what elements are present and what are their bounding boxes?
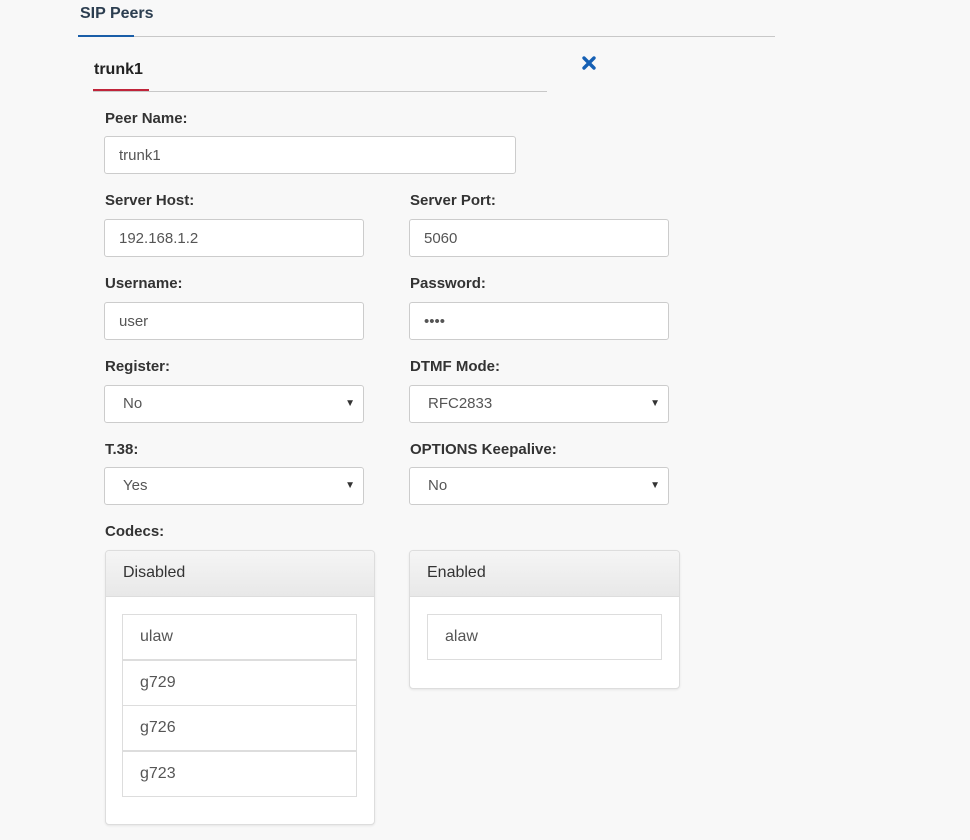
codec-item[interactable]: g726 xyxy=(122,705,357,751)
enabled-codecs-heading: Enabled xyxy=(410,551,679,597)
peer-name-label: Peer Name: xyxy=(105,110,188,127)
t38-selected-value: Yes xyxy=(123,477,148,494)
peer-name-input[interactable] xyxy=(104,136,516,174)
register-selected-value: No xyxy=(123,395,143,412)
codec-item[interactable]: alaw xyxy=(427,614,662,660)
options-keepalive-select[interactable]: No ▼ xyxy=(409,467,669,505)
t38-select[interactable]: Yes ▼ xyxy=(104,467,364,505)
disabled-codecs-heading: Disabled xyxy=(106,551,374,597)
disabled-codecs-panel: Disabled ulaw g729 g726 g723 xyxy=(105,550,375,825)
server-port-input[interactable] xyxy=(409,219,669,257)
tab-peer[interactable]: trunk1 xyxy=(94,61,143,79)
server-port-label: Server Port: xyxy=(410,192,496,209)
password-label: Password: xyxy=(410,275,486,292)
server-host-label: Server Host: xyxy=(105,192,195,209)
password-input[interactable] xyxy=(409,302,669,340)
section-divider xyxy=(78,36,775,37)
chevron-down-icon: ▼ xyxy=(650,480,660,491)
username-label: Username: xyxy=(105,275,183,292)
dtmf-mode-label: DTMF Mode: xyxy=(410,358,500,375)
register-label: Register: xyxy=(105,358,171,375)
chevron-down-icon: ▼ xyxy=(345,398,355,409)
register-select[interactable]: No ▼ xyxy=(104,385,364,423)
section-title: SIP Peers xyxy=(80,5,154,22)
close-icon[interactable] xyxy=(580,54,598,72)
dtmf-mode-selected-value: RFC2833 xyxy=(428,395,493,412)
enabled-codecs-panel: Enabled alaw xyxy=(409,550,680,689)
options-keepalive-selected-value: No xyxy=(428,477,448,494)
section-active-underline xyxy=(78,35,134,37)
codec-item[interactable]: g729 xyxy=(122,660,357,706)
tab-divider xyxy=(93,91,547,92)
t38-label: T.38: xyxy=(105,441,139,458)
dtmf-mode-select[interactable]: RFC2833 ▼ xyxy=(409,385,669,423)
options-keepalive-label: OPTIONS Keepalive: xyxy=(410,441,557,458)
codec-item[interactable]: g723 xyxy=(122,751,357,797)
chevron-down-icon: ▼ xyxy=(650,398,660,409)
codec-item[interactable]: ulaw xyxy=(122,614,357,660)
codecs-label: Codecs: xyxy=(105,523,165,540)
server-host-input[interactable] xyxy=(104,219,364,257)
username-input[interactable] xyxy=(104,302,364,340)
tab-active-underline xyxy=(93,89,149,91)
chevron-down-icon: ▼ xyxy=(345,480,355,491)
